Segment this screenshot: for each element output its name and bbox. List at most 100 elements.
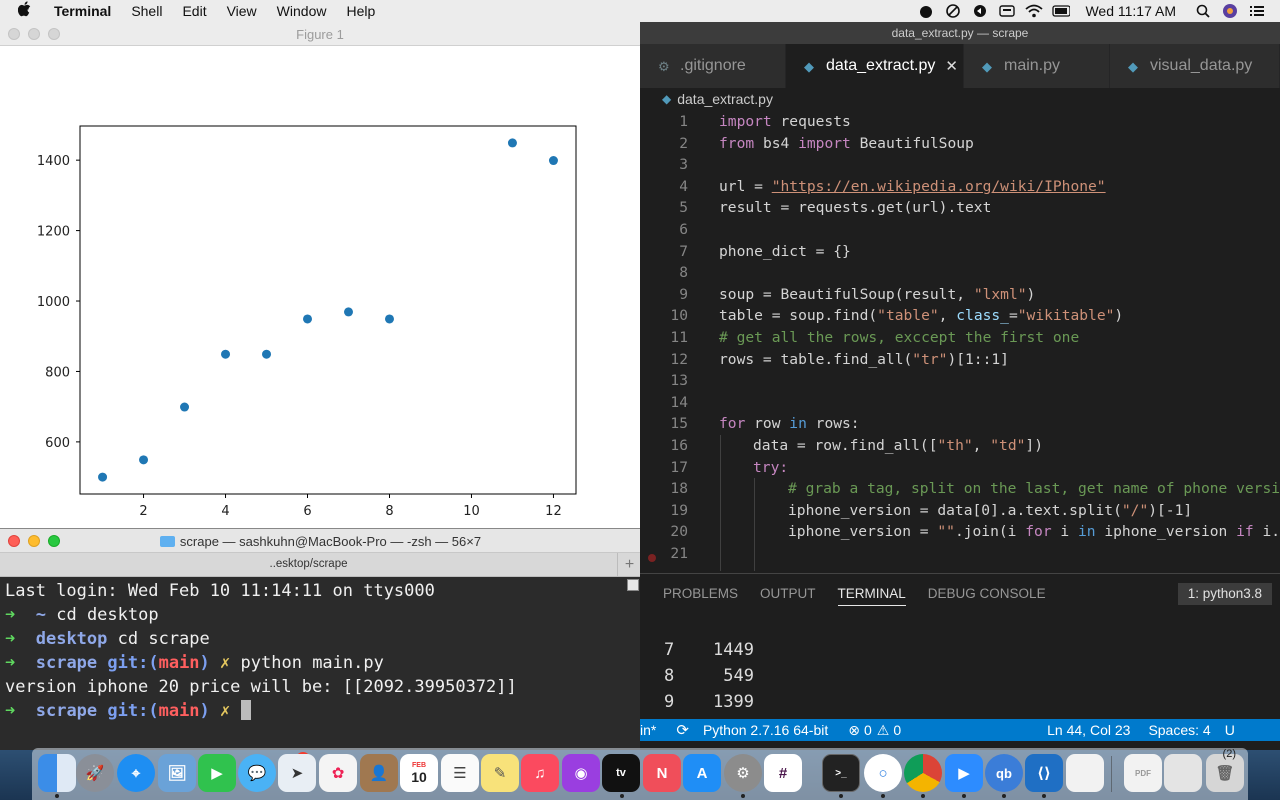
tab-terminal[interactable]: TERMINAL: [837, 574, 907, 614]
menu-help[interactable]: Help: [346, 3, 375, 19]
figure-titlebar[interactable]: Figure 1: [0, 22, 640, 46]
output-row: 9 1399: [664, 692, 754, 712]
code-line: 19 iphone_version = data[0].a.text.split(…: [670, 501, 1193, 519]
tab-output[interactable]: OUTPUT: [760, 574, 816, 614]
terminal-title-text: scrape — sashkuhn@MacBook-Pro — -zsh — 5…: [179, 534, 482, 549]
code-editor[interactable]: 1 import requests 2 from bs4 import Beauti…: [640, 111, 1280, 571]
menu-edit[interactable]: Edit: [182, 3, 206, 19]
new-tab-button[interactable]: +: [617, 553, 641, 577]
battery-icon[interactable]: [1052, 4, 1071, 18]
finder-icon[interactable]: [38, 754, 76, 792]
dock: 🚀 ⌖ 🖼 ▶ 💬 28 ➤ ✿ 👤 FEB10 ☰ ✎ ♫ ◉ tv N A …: [32, 748, 1248, 800]
photos-icon[interactable]: ✿: [319, 754, 357, 792]
tab-visual-data[interactable]: ◆ visual_data.py: [1110, 44, 1280, 88]
menu-clock[interactable]: Wed 11:17 AM: [1085, 3, 1176, 19]
keyboard-icon[interactable]: [998, 4, 1016, 18]
zoom-video-icon[interactable]: ▶: [945, 754, 983, 792]
current-prompt: ➜ scrape git:(main) ✗: [5, 699, 641, 723]
maps-icon[interactable]: ➤: [278, 754, 316, 792]
wifi-icon[interactable]: [1025, 4, 1044, 18]
screenshot-stack-icon[interactable]: [1164, 754, 1202, 792]
tab-main[interactable]: ◆ main.py: [964, 44, 1110, 88]
terminal-select[interactable]: 1: python3.8: [1177, 583, 1272, 605]
user-avatar-icon[interactable]: [1221, 4, 1239, 18]
tab-data-extract[interactable]: ◆ data_extract.py ✕: [786, 44, 964, 88]
slack-icon[interactable]: #: [764, 754, 802, 792]
podcasts-icon[interactable]: ◉: [562, 754, 600, 792]
terminal-titlebar[interactable]: scrape — sashkuhn@MacBook-Pro — -zsh — 5…: [0, 529, 641, 553]
terminal-tab-bar: ..esktop/scrape +: [0, 553, 641, 577]
code-line: 9 soup = BeautifulSoup(result, "lxml"): [679, 285, 1036, 303]
status-interpreter[interactable]: Python 2.7.16 64-bit: [703, 722, 828, 738]
code-line: 4 url = "https://en.wikipedia.org/wiki/IP…: [679, 177, 1106, 195]
scatter-plot: 2 4 6 8 10 12 600 800 1000 1200 1400: [37, 125, 577, 519]
plot-axes-frame: [79, 125, 577, 495]
status-branch[interactable]: in*: [640, 722, 656, 738]
code-line: 20 iphone_version = "".join(i for i in ip…: [670, 523, 1280, 541]
apple-menu-icon[interactable]: [17, 1, 38, 21]
system-preferences-icon[interactable]: ⚙: [724, 754, 762, 792]
chrome-icon[interactable]: [904, 754, 942, 792]
y-tick-label: 1000: [37, 295, 70, 310]
zoom-meetings-icon[interactable]: ○: [864, 754, 902, 792]
data-point: [384, 314, 394, 324]
status-warnings[interactable]: 0: [893, 722, 901, 738]
contacts-icon[interactable]: 👤: [360, 754, 398, 792]
news-icon[interactable]: N: [643, 754, 681, 792]
terminal-scroll-icon[interactable]: [627, 579, 639, 591]
reminders-icon[interactable]: ☰: [441, 754, 479, 792]
error-icon[interactable]: ⊗: [848, 722, 860, 739]
data-point: [98, 472, 108, 482]
code-line: 2 from bs4 import BeautifulSoup: [679, 134, 974, 152]
menu-view[interactable]: View: [227, 3, 257, 19]
tab-gitignore[interactable]: ⚙ .gitignore: [640, 44, 786, 88]
code-line: 7 phone_dict = {}: [679, 242, 851, 260]
status-indentation[interactable]: Spaces: 4: [1148, 722, 1210, 738]
x-tick-label: 12: [545, 504, 562, 519]
preview-icon[interactable]: 🖼: [158, 754, 196, 792]
notes-icon[interactable]: ✎: [481, 754, 519, 792]
status-encoding[interactable]: U: [1225, 722, 1235, 738]
document-icon[interactable]: [1066, 754, 1104, 792]
pdf-document-icon[interactable]: PDF: [1124, 754, 1162, 792]
sync-icon[interactable]: [971, 4, 989, 18]
terminal-app-icon[interactable]: >_: [822, 754, 860, 792]
drop-icon[interactable]: [917, 4, 935, 18]
status-errors[interactable]: 0: [864, 722, 872, 738]
facetime-icon[interactable]: ▶: [198, 754, 236, 792]
code-line: 17 try:: [670, 458, 789, 476]
running-indicator: [620, 794, 624, 798]
tv-icon[interactable]: tv: [602, 754, 640, 792]
panel-terminal-output[interactable]: 7 1449 8 549 9 1399: [664, 637, 754, 715]
dock-separator: [1111, 756, 1112, 792]
running-indicator: [962, 794, 966, 798]
status-cursor-position[interactable]: Ln 44, Col 23: [1047, 722, 1130, 738]
qbittorrent-icon[interactable]: qb: [985, 754, 1023, 792]
terminal-tab[interactable]: ..esktop/scrape: [0, 558, 617, 570]
terminal-output[interactable]: Last login: Wed Feb 10 11:14:11 on ttys0…: [0, 577, 641, 750]
do-not-disturb-icon[interactable]: [944, 4, 962, 18]
calendar-icon[interactable]: FEB 10: [400, 754, 438, 792]
running-indicator: [921, 794, 925, 798]
close-tab-icon[interactable]: ✕: [945, 57, 958, 75]
launchpad-icon[interactable]: 🚀: [76, 754, 114, 792]
tab-problems[interactable]: PROBLEMS: [663, 574, 738, 614]
tab-debug-console[interactable]: DEBUG CONSOLE: [928, 574, 1046, 614]
breadcrumb[interactable]: ◆ data_extract.py: [640, 88, 1280, 110]
url-link[interactable]: "https://en.wikipedia.org/wiki/IPhone": [772, 178, 1106, 195]
warning-icon[interactable]: ⚠: [877, 722, 890, 739]
vscode-icon[interactable]: ⟨⟩: [1025, 754, 1063, 792]
control-center-icon[interactable]: [1248, 4, 1266, 18]
menu-shell[interactable]: Shell: [131, 3, 162, 19]
safari-icon[interactable]: ⌖: [117, 754, 155, 792]
menu-app-name[interactable]: Terminal: [54, 3, 111, 19]
menu-window[interactable]: Window: [277, 3, 327, 19]
messages-icon[interactable]: 💬: [238, 754, 276, 792]
music-icon[interactable]: ♫: [521, 754, 559, 792]
breakpoint-marker[interactable]: [648, 554, 656, 562]
output-row: 8 549: [664, 666, 754, 686]
app-store-icon[interactable]: A: [683, 754, 721, 792]
spotlight-search-icon[interactable]: [1194, 4, 1212, 18]
data-point: [221, 349, 231, 359]
sync-icon[interactable]: ⟳: [676, 721, 689, 739]
